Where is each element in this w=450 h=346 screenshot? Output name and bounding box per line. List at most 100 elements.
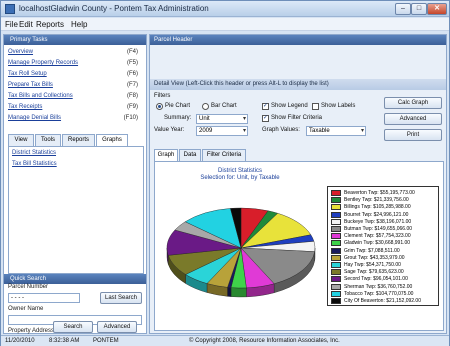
legend-label: Sherman Twp: $36,760,752.00	[344, 283, 413, 290]
task-tax-bills-and-collections[interactable]: Tax Bills and Collections (F8)	[8, 93, 144, 101]
legend-swatch	[331, 262, 341, 268]
show-filter-criteria-checkbox[interactable]: ✓	[262, 115, 269, 122]
graph-values-label: Graph Values:	[262, 127, 300, 133]
pie-chart-radio[interactable]	[156, 103, 163, 110]
title-bar[interactable]: localhostGladwin County - Pontem Tax Adm…	[1, 1, 449, 17]
menu-edit[interactable]: Edit	[19, 20, 33, 29]
legend-item: Billings Twp: $105,285,988.00	[331, 204, 439, 211]
legend-label: Hay Twp: $54,371,750.00	[344, 262, 401, 268]
chevron-down-icon: ▾	[242, 128, 246, 134]
legend-swatch	[331, 197, 341, 204]
maximize-button[interactable]: □	[411, 3, 427, 15]
menu-help[interactable]: Help	[71, 20, 87, 29]
legend-swatch	[331, 204, 341, 211]
legend-label: Billings Twp: $105,285,988.00	[344, 204, 411, 211]
legend-label: Grim Twp: $7,088,511.00	[344, 247, 400, 254]
legend-swatch	[331, 283, 341, 290]
legend-swatch	[331, 233, 341, 240]
graph-tab-row: Graph Data Filter Criteria	[154, 149, 274, 161]
graph-area: District Statistics Selection for: Unit,…	[154, 161, 444, 331]
legend-item: Sage Twp: $79,635,623.00	[331, 269, 439, 276]
legend-label: Tobacco Twp: $104,770,075.00	[344, 290, 414, 297]
link-district-statistics[interactable]: District Statistics	[12, 150, 56, 156]
calc-graph-button[interactable]: Calc Graph	[384, 97, 442, 109]
chevron-down-icon: ▾	[242, 116, 246, 122]
legend-swatch	[331, 240, 341, 247]
tab-reports[interactable]: Reports	[62, 134, 95, 146]
task-tax-roll-setup[interactable]: Tax Roll Setup (F6)	[8, 71, 144, 79]
legend-swatch	[331, 276, 341, 283]
tab-graph[interactable]: Graph	[154, 149, 178, 161]
detail-view-header[interactable]: Detail View (Left-Click this header or p…	[150, 79, 446, 90]
legend-item: Grim Twp: $7,088,511.00	[331, 247, 439, 255]
legend-item: Butman Twp: $149,655,066.00	[331, 226, 439, 233]
task-overview[interactable]: Overview (F4)	[8, 49, 144, 57]
legend-item: Bentley Twp: $21,339,756.00	[331, 197, 439, 204]
pie-slice-side	[227, 287, 232, 297]
show-labels-label: Show Labels	[321, 103, 356, 109]
legend-label: Clement Twp: $57,754,323.00	[344, 233, 411, 240]
legend-label: Buckeye Twp: $38,196,071.00	[344, 218, 412, 225]
close-button[interactable]: ✕	[427, 3, 447, 15]
legend-swatch	[331, 218, 341, 225]
tab-filter-criteria[interactable]: Filter Criteria	[202, 149, 246, 161]
last-search-button[interactable]: Last Search	[100, 292, 142, 304]
parcel-number-input[interactable]: - - - -	[8, 293, 80, 303]
show-legend-checkbox[interactable]: ✓	[262, 103, 269, 110]
show-filter-criteria-label: Show Filter Criteria	[271, 115, 323, 121]
status-time: 8:32:38 AM	[49, 338, 80, 344]
legend-swatch	[331, 290, 341, 297]
application-window: localhostGladwin County - Pontem Tax Adm…	[0, 0, 450, 346]
legend-item: Tobacco Twp: $104,770,075.00	[331, 290, 439, 298]
legend-label: Butman Twp: $149,655,066.00	[344, 226, 413, 232]
chevron-down-icon: ▾	[360, 128, 364, 134]
print-button[interactable]: Print	[384, 129, 442, 141]
legend-item: City Of Beaverton: $21,152,092.00	[331, 298, 439, 305]
window-title: localhostGladwin County - Pontem Tax Adm…	[19, 4, 209, 13]
legend-item: Gladwin Twp: $30,668,991.00	[331, 240, 439, 247]
menu-bar: File Edit Reports Help	[1, 18, 449, 31]
search-button[interactable]: Search	[53, 321, 93, 333]
task-tax-receipts[interactable]: Tax Receipts (F9)	[8, 104, 144, 112]
legend-swatch	[331, 190, 341, 196]
legend-item: Beaverton Twp: $55,195,773.00	[331, 190, 439, 197]
pie-chart-label: Pie Chart	[165, 103, 191, 109]
status-date: 11/20/2010	[5, 338, 35, 344]
menu-reports[interactable]: Reports	[36, 20, 64, 29]
filters-label: Filters	[154, 93, 171, 99]
task-manage-property-records[interactable]: Manage Property Records (F5)	[8, 60, 144, 68]
minimize-button[interactable]: –	[395, 3, 411, 15]
tab-graphs[interactable]: Graphs	[96, 134, 128, 146]
task-prepare-tax-bills[interactable]: Prepare Tax Bills (F7)	[8, 82, 144, 90]
menu-file[interactable]: File	[5, 20, 18, 29]
summary-select[interactable]: Unit ▾	[196, 114, 248, 124]
pie-chart	[166, 207, 316, 298]
tab-tools[interactable]: Tools	[35, 134, 61, 146]
legend-item: Clement Twp: $57,754,323.00	[331, 233, 439, 240]
tab-data[interactable]: Data	[179, 149, 201, 161]
legend-swatch	[331, 226, 341, 232]
right-pane: Parcel Header Detail View (Left-Click th…	[149, 34, 447, 334]
link-tax-bill-statistics[interactable]: Tax Bill Statistics	[12, 161, 57, 167]
legend-label: Secord Twp: $96,054,101.00	[344, 276, 408, 283]
legend-label: Grout Twp: $43,353,979.00	[344, 254, 405, 261]
value-year-label: Value Year:	[154, 127, 185, 133]
show-legend-label: Show Legend	[271, 103, 308, 109]
chart-legend: Beaverton Twp: $55,195,773.00 Bentley Twp…	[327, 186, 439, 306]
graph-values-select[interactable]: Taxable ▾	[306, 126, 366, 136]
bar-chart-label: Bar Chart	[211, 103, 237, 109]
advanced-search-button[interactable]: Advanced	[97, 321, 137, 333]
legend-item: Bourret Twp: $24,996,121.00	[331, 211, 439, 219]
legend-item: Sherman Twp: $36,760,752.00	[331, 283, 439, 291]
legend-label: City Of Beaverton: $21,152,092.00	[344, 298, 421, 304]
tab-view[interactable]: View	[8, 134, 34, 146]
legend-item: Secord Twp: $96,054,101.00	[331, 276, 439, 283]
chart-title: District Statistics	[217, 168, 262, 174]
advanced-filter-button[interactable]: Advanced	[384, 113, 442, 125]
value-year-select[interactable]: 2009 ▾	[196, 126, 248, 136]
show-labels-checkbox[interactable]	[312, 103, 319, 110]
parcel-header[interactable]: Parcel Header	[150, 35, 446, 45]
task-manage-denial-bills[interactable]: Manage Denial Bills (F10)	[8, 115, 144, 123]
legend-label: Bentley Twp: $21,339,756.00	[344, 197, 409, 204]
bar-chart-radio[interactable]	[202, 103, 209, 110]
